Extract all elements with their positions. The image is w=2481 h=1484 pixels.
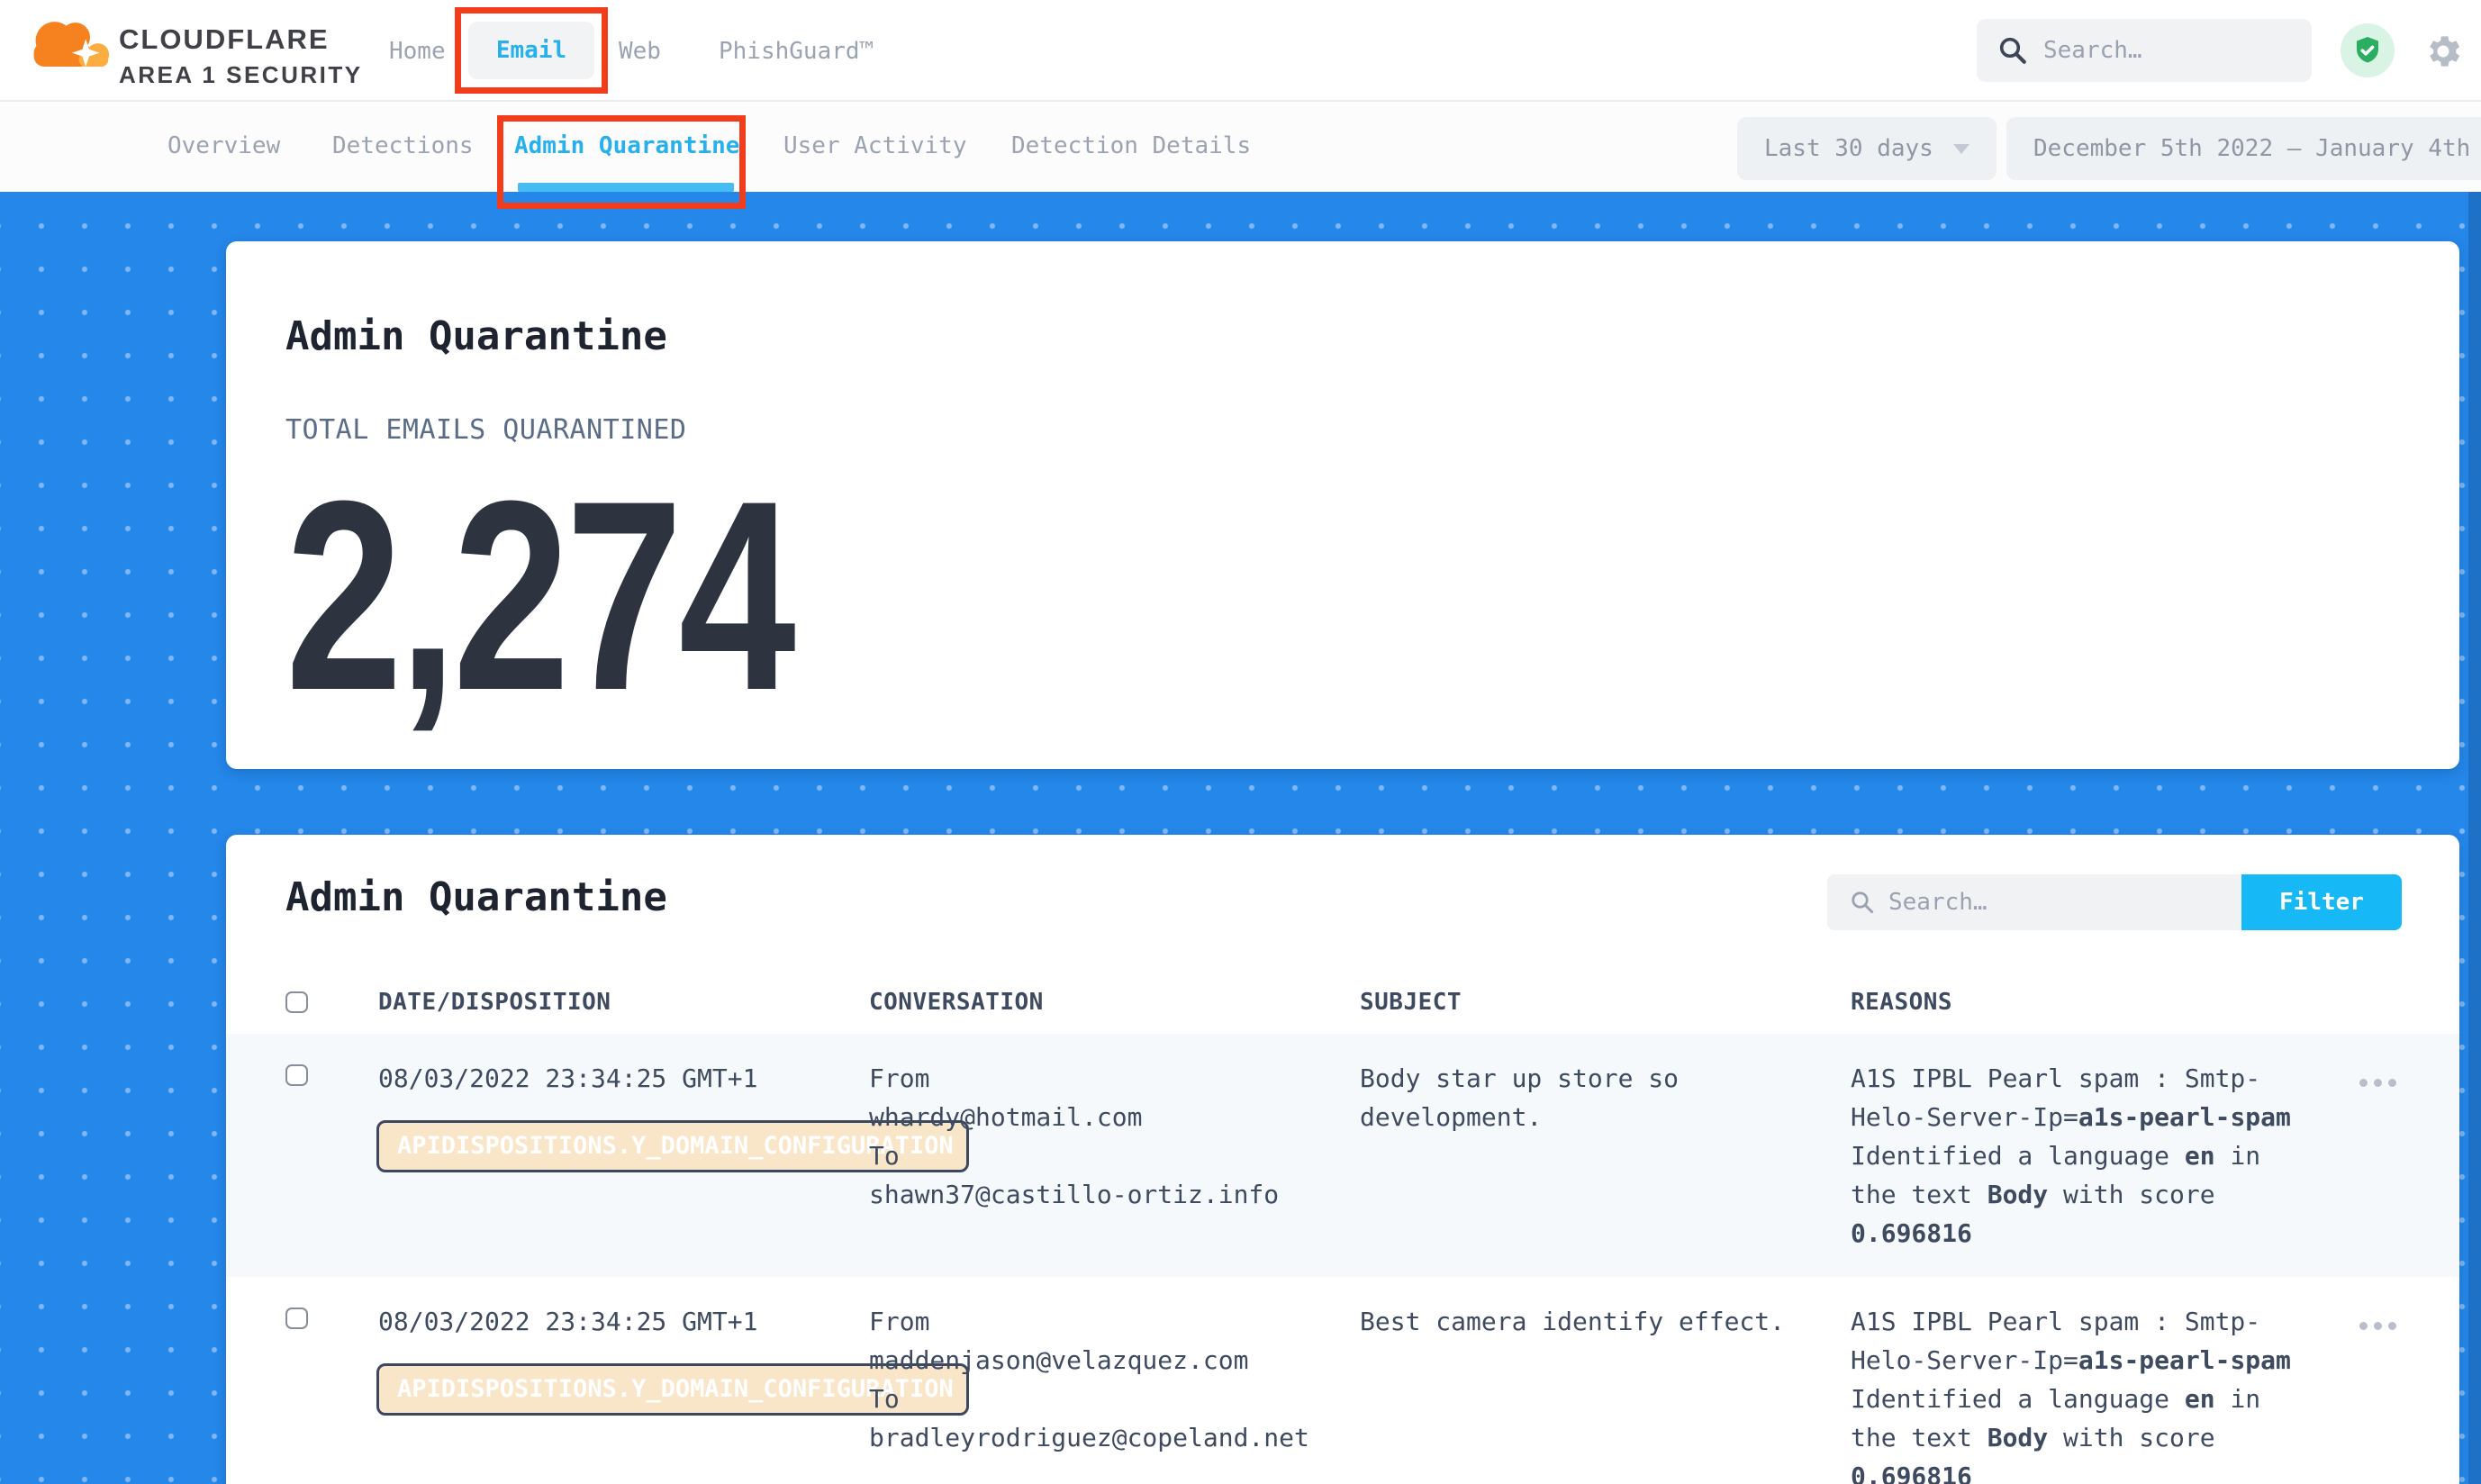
table-search[interactable]	[1827, 874, 2241, 930]
row-checkbox[interactable]	[285, 1064, 308, 1086]
cell-conversation: From whardy@hotmail.com To shawn37@casti…	[869, 1059, 1360, 1277]
tab-admin-quarantine[interactable]: Admin Quarantine	[514, 132, 739, 159]
tab-detection-details[interactable]: Detection Details	[1011, 132, 1251, 159]
time-range-dropdown[interactable]: Last 30 days	[1737, 117, 1997, 180]
metric-value: 2,274	[285, 469, 1934, 721]
reason-text: with score	[2048, 1180, 2214, 1209]
conversation-from-address: whardy@hotmail.com	[869, 1098, 1315, 1136]
screen: CLOUDFLARE AREA 1 SECURITY Home Email We…	[0, 0, 2481, 1484]
cell-subject: Body star up store so development.	[1360, 1059, 1851, 1277]
conversation-to-address: shawn37@castillo-ortiz.info	[869, 1175, 1315, 1214]
protection-status-badge[interactable]	[2341, 23, 2395, 77]
reason-text-bold: a1s-pearl-spam	[2078, 1102, 2291, 1132]
quarantine-table-card: Admin Quarantine Filter DATE/DISPOSITION	[226, 835, 2459, 1484]
cell-date: 08/03/2022 23:34:25 GMT+1	[378, 1059, 869, 1277]
summary-card: Admin Quarantine TOTAL EMAILS QUARANTINE…	[226, 241, 2459, 769]
cell-conversation: From maddenjason@velazquez.com To bradle…	[869, 1302, 1360, 1484]
column-header-reasons: REASONS	[1851, 989, 2359, 1016]
global-search-input[interactable]	[2043, 37, 2295, 64]
cell-reasons: A1S IPBL Pearl spam : Smtp-Helo-Server-I…	[1851, 1302, 2359, 1484]
cell-date: 08/03/2022 23:34:25 GMT+1	[378, 1302, 869, 1484]
reason-text-bold: a1s-pearl-spam	[2078, 1345, 2291, 1375]
nav-item-home[interactable]: Home	[389, 38, 446, 65]
quarantine-card-header: Admin Quarantine Filter	[226, 835, 2459, 930]
filter-button[interactable]: Filter	[2241, 874, 2402, 930]
settings-gear-icon[interactable]	[2422, 31, 2464, 72]
top-bar: CLOUDFLARE AREA 1 SECURITY Home Email We…	[0, 0, 2481, 102]
nav-item-email[interactable]: Email	[468, 22, 594, 79]
shield-check-icon	[2351, 34, 2384, 67]
global-search[interactable]	[1977, 19, 2312, 82]
reason-text-bold: 0.696816	[1851, 1218, 1972, 1248]
column-header-subject: SUBJECT	[1360, 989, 1851, 1016]
table-row: 08/03/2022 23:34:25 GMT+1 From maddenjas…	[226, 1277, 2459, 1484]
date-range-text: December 5th 2022 — January 4th 2023	[2033, 135, 2481, 162]
summary-card-title: Admin Quarantine	[285, 313, 2400, 360]
chevron-down-icon	[1953, 144, 1969, 154]
brand-name: CLOUDFLARE	[119, 23, 363, 56]
reason-text-bold: en	[2185, 1384, 2215, 1414]
reason-text-bold: Body	[1988, 1423, 2048, 1452]
tab-user-activity[interactable]: User Activity	[783, 132, 967, 159]
search-icon	[1997, 34, 2029, 67]
column-header-date: DATE/DISPOSITION	[378, 989, 869, 1016]
select-all-checkbox[interactable]	[285, 991, 308, 1013]
reason-text: Identified a language	[1851, 1384, 2185, 1414]
conversation-from-label: From	[869, 1059, 1315, 1098]
date-range-display[interactable]: December 5th 2022 — January 4th 2023	[2006, 117, 2481, 180]
metric-label: TOTAL EMAILS QUARANTINED	[285, 414, 2400, 446]
email-sub-nav: Overview Detections Admin Quarantine Use…	[0, 104, 2481, 192]
row-actions-menu[interactable]	[2359, 1079, 2459, 1087]
active-tab-underline	[518, 183, 734, 192]
table-header-row: DATE/DISPOSITION CONVERSATION SUBJECT RE…	[226, 971, 2459, 1034]
nav-item-phishguard[interactable]: PhishGuard™	[719, 38, 874, 65]
conversation-from-address: maddenjason@velazquez.com	[869, 1341, 1315, 1380]
brand-subname: AREA 1 SECURITY	[119, 61, 363, 89]
cloudflare-logo: CLOUDFLARE AREA 1 SECURITY	[25, 9, 363, 89]
conversation-from-label: From	[869, 1302, 1315, 1341]
table-row: 08/03/2022 23:34:25 GMT+1 From whardy@ho…	[226, 1034, 2459, 1277]
brand-text: CLOUDFLARE AREA 1 SECURITY	[119, 9, 363, 89]
column-header-conversation: CONVERSATION	[869, 989, 1360, 1016]
cloudflare-cloud-icon	[25, 9, 112, 83]
reason-text: Identified a language	[1851, 1141, 2185, 1171]
scrollbar[interactable]	[2468, 192, 2481, 1484]
main-content: Admin Quarantine TOTAL EMAILS QUARANTINE…	[0, 192, 2481, 1484]
reason-text-bold: 0.696816	[1851, 1461, 1972, 1484]
row-actions-menu[interactable]	[2359, 1322, 2459, 1330]
cell-reasons: A1S IPBL Pearl spam : Smtp-Helo-Server-I…	[1851, 1059, 2359, 1277]
reason-text-bold: en	[2185, 1141, 2215, 1171]
conversation-to-address: bradleyrodriguez@copeland.net	[869, 1418, 1315, 1457]
reason-text: with score	[2048, 1423, 2214, 1452]
cell-subject: Best camera identify effect.	[1360, 1302, 1851, 1484]
tab-overview[interactable]: Overview	[168, 132, 280, 159]
conversation-to-label: To	[869, 1380, 1315, 1418]
search-icon	[1849, 889, 1876, 916]
time-range-label: Last 30 days	[1764, 135, 1933, 162]
nav-item-web[interactable]: Web	[619, 38, 661, 65]
table-search-filter: Filter	[1827, 874, 2402, 930]
tab-detections[interactable]: Detections	[332, 132, 474, 159]
reason-text-bold: Body	[1988, 1180, 2048, 1209]
quarantine-card-title: Admin Quarantine	[285, 874, 667, 921]
table-search-input[interactable]	[1888, 889, 2195, 916]
row-checkbox[interactable]	[285, 1308, 308, 1329]
conversation-to-label: To	[869, 1136, 1315, 1175]
